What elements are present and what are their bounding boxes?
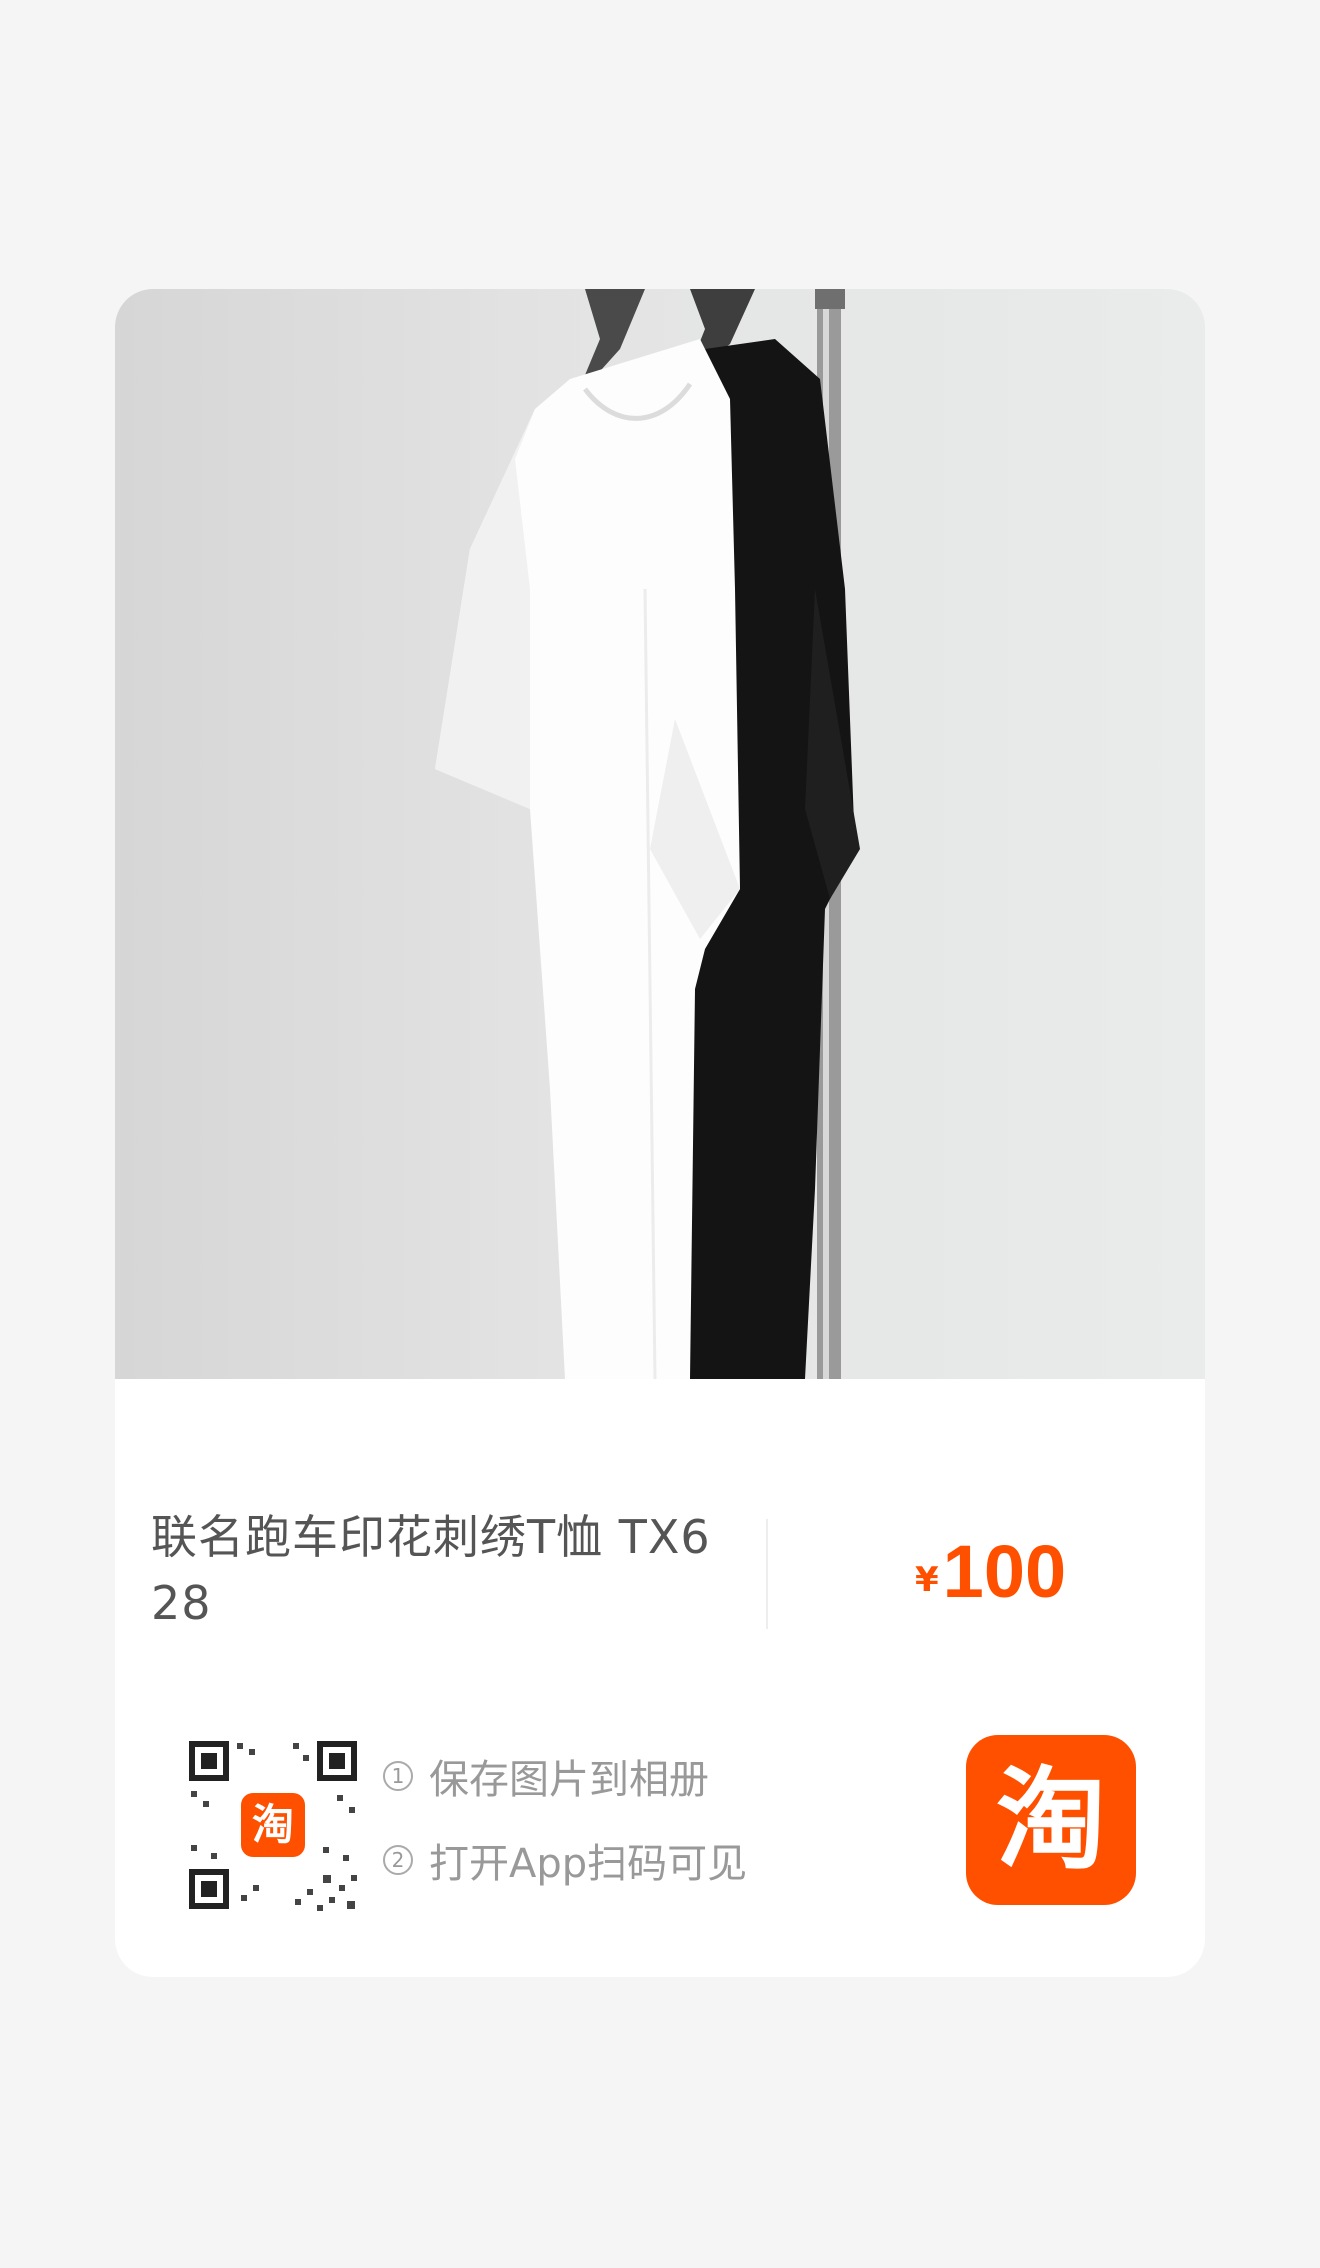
- step-scan: 2 打开App扫码可见: [383, 1835, 747, 1887]
- product-price: ¥100: [915, 1529, 1066, 1614]
- taobao-icon: 淘: [966, 1735, 1136, 1905]
- step1-text: 保存图片到相册: [429, 1757, 709, 1803]
- qr-logo-char: 淘: [252, 1800, 294, 1849]
- product-title: 联名跑车印花刺绣T恤 TX628: [151, 1510, 711, 1630]
- scan-instructions: 1 保存图片到相册 2 打开App扫码可见: [383, 1751, 747, 1919]
- step2-text: 打开App扫码可见: [429, 1841, 748, 1887]
- price-value: 100: [942, 1530, 1067, 1613]
- step2-number: 2: [383, 1845, 413, 1875]
- photo-fade: [115, 1379, 1205, 1409]
- price-symbol: ¥: [915, 1560, 939, 1600]
- app-logo-char: 淘: [996, 1756, 1106, 1884]
- product-share-card: 联名跑车印花刺绣T恤 TX628 ¥100 淘 1 保存图片到相册 2 打开Ap…: [115, 289, 1205, 1977]
- step-save: 1 保存图片到相册: [383, 1751, 747, 1803]
- divider: [766, 1519, 768, 1629]
- step1-number: 1: [383, 1761, 413, 1791]
- qr-code-icon: 淘: [183, 1735, 363, 1915]
- product-photo: [115, 289, 1205, 1379]
